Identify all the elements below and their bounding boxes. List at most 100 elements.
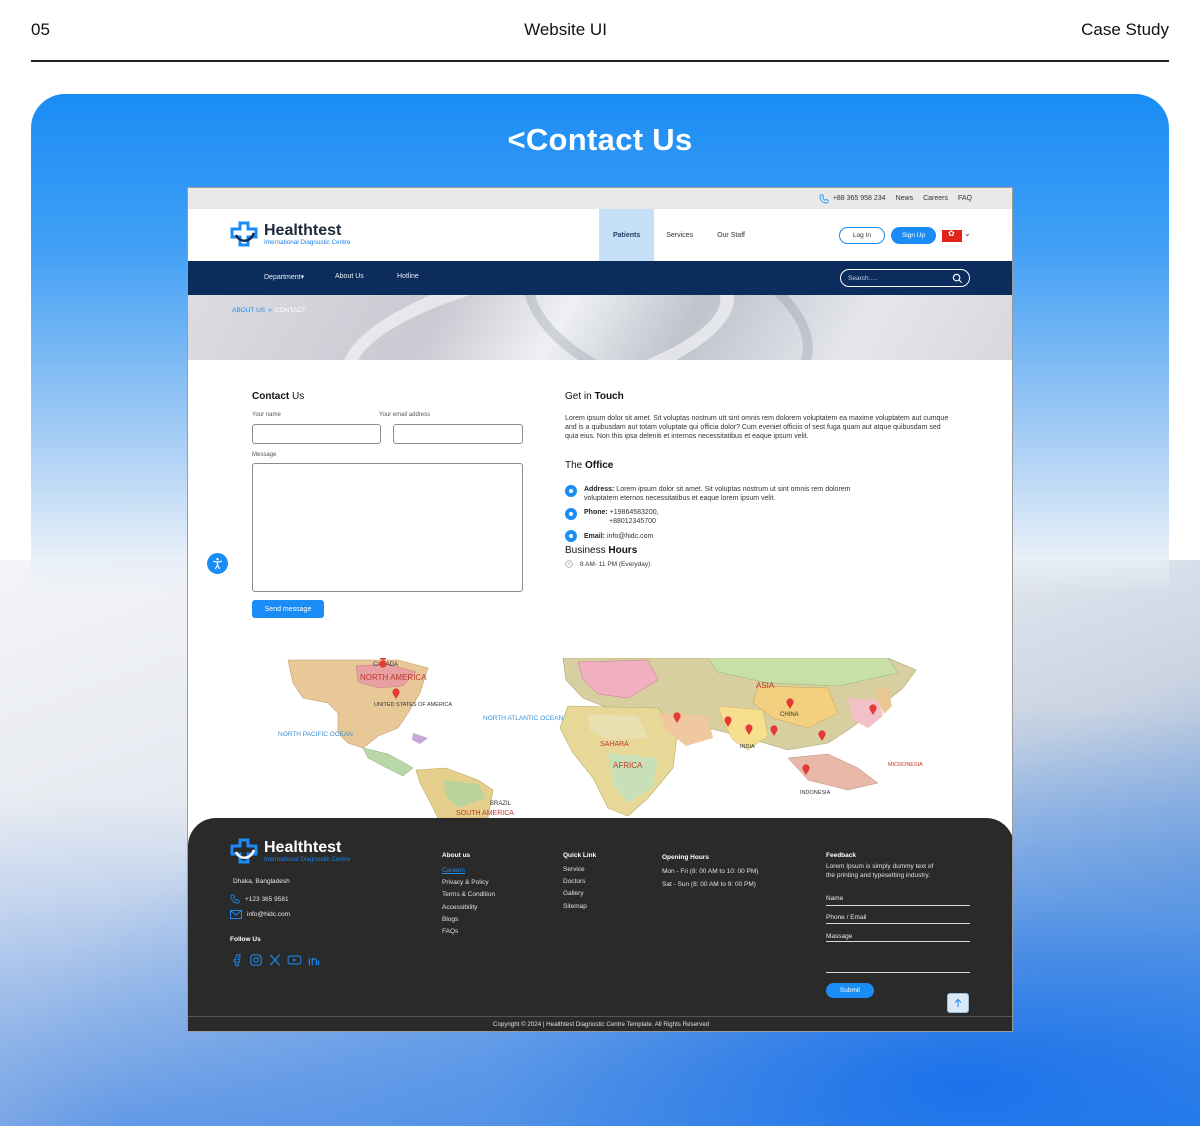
social-links <box>230 953 321 967</box>
phone-number-1: +19864583200, <box>609 509 659 516</box>
phone-label: Phone: <box>584 509 608 516</box>
footer-link-blogs[interactable]: Blogs <box>442 914 495 926</box>
message-label: Message <box>252 452 277 458</box>
get-in-touch-text: Lorem ipsum dolor sit amet. Sit voluptas… <box>565 415 949 441</box>
send-message-button[interactable]: Send message <box>252 600 324 618</box>
footer-link-accessibility[interactable]: Accessibility <box>442 902 495 914</box>
map-label-indonesia: INDONESIA <box>800 790 831 796</box>
footer-link-faqs[interactable]: FAQs <box>442 926 495 938</box>
footer-link-careers[interactable]: Careers <box>442 865 495 877</box>
feedback-name-field[interactable] <box>826 905 970 906</box>
login-button[interactable]: Log In <box>839 227 885 244</box>
mail-icon <box>230 910 242 919</box>
office-phone: Phone: +19864583200, +88012345700 <box>565 508 659 526</box>
message-field[interactable] <box>252 463 523 592</box>
accessibility-button[interactable] <box>207 553 228 574</box>
cross-logo-icon <box>230 838 258 864</box>
contact-heading-word-1: Contact <box>252 391 290 402</box>
phone-icon <box>819 193 829 204</box>
footer-email-address[interactable]: info@hidc.com <box>247 911 290 918</box>
opening-hours-list: Mon - Fri (8: 00 AM to 10: 00 PM) Sat - … <box>662 865 758 891</box>
nav-item-our-staff[interactable]: Our Staff <box>705 209 757 261</box>
footer-link-privacy[interactable]: Privacy & Policy <box>442 877 495 889</box>
topbar-link-careers[interactable]: Careers <box>923 195 948 202</box>
arrow-up-icon <box>954 998 962 1007</box>
business-hours-value: 8 AM- 11 PM (Everyday) <box>580 561 651 568</box>
scroll-to-top-button[interactable] <box>947 993 969 1013</box>
main-navbar: Healthtest International Diagnostic Cent… <box>188 209 1012 261</box>
feedback-message-field[interactable] <box>826 941 970 942</box>
youtube-icon[interactable] <box>287 953 302 967</box>
footer-link-doctors[interactable]: Doctors <box>563 876 587 888</box>
nav-menu: Patients Services Our Staff <box>599 209 757 261</box>
touch-heading-word-2: Touch <box>594 391 624 402</box>
quick-links: Service Doctors Gallery Sitemap <box>563 864 587 913</box>
map-label-asia: ASIA <box>756 681 775 690</box>
feedback-name-label: Name <box>826 895 844 902</box>
hero-banner: ABOUT US > CONTACT <box>188 295 1012 360</box>
office-heading: The Office <box>565 460 613 471</box>
footer-link-sitemap[interactable]: Sitemap <box>563 901 587 913</box>
business-hours: 8 AM- 11 PM (Everyday) <box>565 560 650 569</box>
email-address[interactable]: info@hidc.com <box>607 533 653 540</box>
brand-tagline: International Diagnostic Centre <box>264 238 351 246</box>
instagram-icon[interactable] <box>249 953 263 967</box>
touch-heading-word-1: Get in <box>565 391 592 402</box>
address-label: Address: <box>584 486 615 493</box>
feedback-phone-label: Phone / Email <box>826 914 867 921</box>
cross-logo-icon <box>230 221 258 247</box>
email-label: Your email address <box>379 412 431 418</box>
phone-icon <box>565 508 577 520</box>
nav-item-patients[interactable]: Patients <box>599 209 655 261</box>
chevron-down-icon[interactable]: ⌄ <box>964 229 971 238</box>
map-label-south-america: SOUTH AMERICA <box>456 810 514 817</box>
location-icon <box>565 485 577 497</box>
panel-title: <Contact Us <box>507 122 693 157</box>
brand-logo[interactable]: Healthtest International Diagnostic Cent… <box>230 221 350 247</box>
phone-icon <box>230 894 240 904</box>
topbar-link-news[interactable]: News <box>896 195 914 202</box>
search-icon[interactable] <box>952 273 963 284</box>
facebook-icon[interactable] <box>230 953 244 967</box>
map-label-usa: UNITED STATES OF AMERICA <box>374 702 452 708</box>
map-label-north-america: NORTH AMERICA <box>360 673 427 682</box>
world-map-graphic: NORTH PACIFIC OCEAN NORTH ATLANTIC OCEAN… <box>188 658 1012 818</box>
feedback-phone-field[interactable] <box>826 923 970 924</box>
email-field[interactable] <box>393 424 523 444</box>
footer-link-gallery[interactable]: Gallery <box>563 888 587 900</box>
submit-button[interactable]: Submit <box>826 983 874 998</box>
language-flag-icon[interactable] <box>942 229 962 242</box>
feedback-text-line-1: Lorem Ipsum is simply dummy text of <box>826 863 934 870</box>
footer-link-terms[interactable]: Terms & Condition <box>442 889 495 901</box>
footer-brand-logo[interactable]: Healthtest International Diagnostic Cent… <box>230 838 350 864</box>
world-map[interactable]: NORTH PACIFIC OCEAN NORTH ATLANTIC OCEAN… <box>188 658 1012 818</box>
subnav-hotline[interactable]: Hotline <box>397 273 419 280</box>
footer-link-service[interactable]: Service <box>563 864 587 876</box>
slide-tag: Case Study <box>1081 20 1169 39</box>
address-line-2: voluptatem eternos necessitatibus et eaq… <box>584 495 776 502</box>
slide-header: 05 Website UI Case Study <box>31 0 1169 62</box>
contact-form-heading: Contact Us <box>252 391 304 402</box>
name-field[interactable] <box>252 424 381 444</box>
x-twitter-icon[interactable] <box>268 953 282 967</box>
footer-location: Dhaka, Bangladesh <box>233 878 290 885</box>
website-mockup: +88 365 958 234 News Careers FAQ Healtht… <box>187 187 1013 1032</box>
hours-heading-word-1: Business <box>565 545 606 556</box>
subnav-about-us[interactable]: About Us <box>335 273 364 280</box>
sub-navbar: Department▾ About Us Hotline Search..... <box>188 261 1012 295</box>
topbar-phone[interactable]: +88 365 958 234 <box>819 193 886 204</box>
breadcrumb-about-us[interactable]: ABOUT US <box>232 307 265 314</box>
nav-item-services[interactable]: Services <box>654 209 705 261</box>
search-input[interactable]: Search..... <box>840 269 970 287</box>
footer-brand-name: Healthtest <box>264 838 342 856</box>
copyright-text: Copyright © 2024 | Healthtest Diagnostic… <box>188 1016 1012 1031</box>
feedback-text-line-2: the printing and typesetting industry. <box>826 871 930 879</box>
signup-button[interactable]: Sign Up <box>891 227 936 244</box>
feedback-text: Lorem Ipsum is simply dummy text of the … <box>826 863 933 880</box>
linkedin-icon[interactable] <box>307 953 321 967</box>
breadcrumb-contact: CONTACT <box>274 307 306 314</box>
subnav-department[interactable]: Department▾ <box>264 273 304 281</box>
office-heading-word-2: Office <box>585 460 614 471</box>
opening-hours-heading: Opening Hours <box>662 854 709 861</box>
topbar-link-faq[interactable]: FAQ <box>958 195 972 202</box>
